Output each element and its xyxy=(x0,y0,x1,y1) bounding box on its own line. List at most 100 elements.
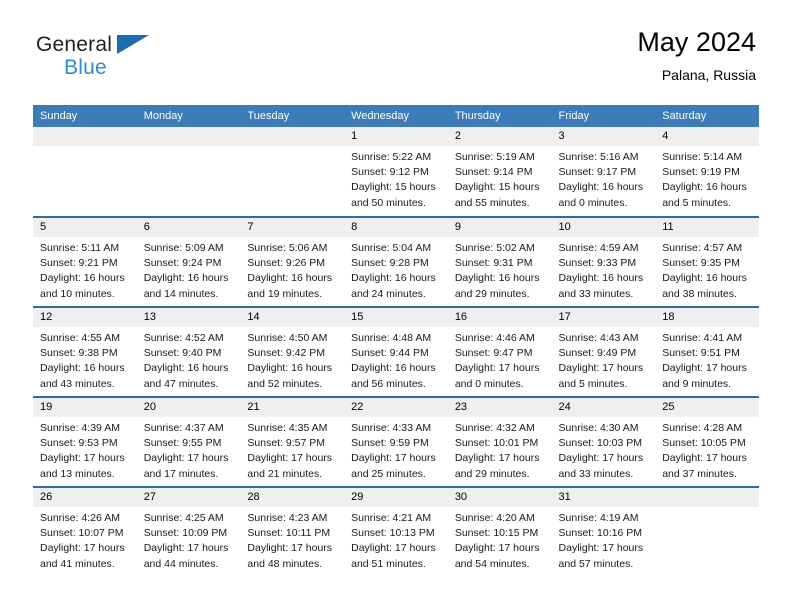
calendar-day-cell[interactable]: 27 Sunrise: 4:25 AM Sunset: 10:09 PM Daylig… xyxy=(136,486,241,577)
calendar-day-cell[interactable]: 7 Sunrise: 5:06 AM Sunset: 9:26 PM Daylight… xyxy=(240,216,345,307)
day-sun-info: Sunrise: 4:59 AM Sunset: 9:33 PM Daylight:… xyxy=(552,237,656,302)
day-cell-inner: 31 Sunrise: 4:19 AM Sunset: 10:16 PM Daylig… xyxy=(551,488,656,577)
daylight-text-line1: Daylight: 15 hours xyxy=(454,181,540,194)
calendar-day-cell[interactable]: 14 Sunrise: 4:50 AM Sunset: 9:42 PM Dayligh… xyxy=(240,306,345,397)
calendar-day-cell[interactable]: 8 Sunrise: 5:04 AM Sunset: 9:28 PM Daylight… xyxy=(344,216,448,307)
daylight-text-line1: Daylight: 16 hours xyxy=(40,272,125,285)
day-sun-info: Sunrise: 4:57 AM Sunset: 9:35 PM Daylight:… xyxy=(655,237,759,302)
calendar-day-cell[interactable]: 2 Sunrise: 5:19 AM Sunset: 9:14 PM Daylight… xyxy=(447,127,552,217)
day-cell-inner: 24 Sunrise: 4:30 AM Sunset: 10:03 PM Daylig… xyxy=(551,398,656,486)
daylight-text-line2: and 19 minutes. xyxy=(247,287,323,300)
daylight-text-line2: and 5 minutes. xyxy=(558,377,628,390)
sunset-text: Sunset: 9:14 PM xyxy=(454,166,533,179)
calendar-week-row: 19 Sunrise: 4:39 AM Sunset: 9:53 PM Dayligh… xyxy=(33,396,759,487)
calendar-day-cell[interactable]: 10 Sunrise: 4:59 AM Sunset: 9:33 PM Dayligh… xyxy=(551,216,656,307)
calendar-day-cell[interactable]: 22 Sunrise: 4:33 AM Sunset: 9:59 PM Dayligh… xyxy=(344,396,448,487)
daylight-text-line2: and 0 minutes. xyxy=(454,377,524,390)
daylight-text-line1: Daylight: 17 hours xyxy=(558,542,644,555)
day-cell-inner: 21 Sunrise: 4:35 AM Sunset: 9:57 PM Dayligh… xyxy=(240,398,345,486)
day-number: 26 xyxy=(33,488,137,507)
sunrise-text: Sunrise: 4:35 AM xyxy=(247,422,328,434)
day-cell-inner: 27 Sunrise: 4:25 AM Sunset: 10:09 PM Daylig… xyxy=(136,488,241,577)
calendar-day-cell[interactable]: 5 Sunrise: 5:11 AM Sunset: 9:21 PM Daylight… xyxy=(33,216,137,307)
day-sun-info: Sunrise: 4:23 AM Sunset: 10:11 PM Daylight… xyxy=(240,507,344,572)
calendar-day-cell[interactable]: 11 Sunrise: 4:57 AM Sunset: 9:35 PM Dayligh… xyxy=(655,216,759,307)
calendar-day-cell[interactable]: 12 Sunrise: 4:55 AM Sunset: 9:38 PM Dayligh… xyxy=(33,306,137,397)
calendar-day-cell[interactable]: 26 Sunrise: 4:26 AM Sunset: 10:07 PM Daylig… xyxy=(33,486,137,577)
day-number: 6 xyxy=(136,218,241,237)
logo-text-blue: Blue xyxy=(64,56,107,79)
day-number: 19 xyxy=(33,398,137,417)
daylight-text-line2: and 55 minutes. xyxy=(454,196,530,209)
calendar-day-cell[interactable]: 19 Sunrise: 4:39 AM Sunset: 9:53 PM Dayligh… xyxy=(33,396,137,487)
calendar-day-cell[interactable]: 23 Sunrise: 4:32 AM Sunset: 10:01 PM Daylig… xyxy=(447,396,552,487)
sunrise-text: Sunrise: 4:33 AM xyxy=(351,422,432,434)
day-number xyxy=(33,127,137,146)
calendar-day-cell[interactable]: 1 Sunrise: 5:22 AM Sunset: 9:12 PM Daylight… xyxy=(344,127,448,217)
calendar-day-cell[interactable]: 29 Sunrise: 4:21 AM Sunset: 10:13 PM Daylig… xyxy=(344,486,448,577)
weekday-header-monday: Monday xyxy=(136,105,241,127)
daylight-text-line2: and 14 minutes. xyxy=(143,287,219,300)
calendar-day-cell[interactable]: 6 Sunrise: 5:09 AM Sunset: 9:24 PM Daylight… xyxy=(136,216,241,307)
day-number xyxy=(136,127,241,146)
weekday-header-row: Sunday Monday Tuesday Wednesday Thursday… xyxy=(33,105,759,127)
day-cell-inner: 3 Sunrise: 5:16 AM Sunset: 9:17 PM Daylight… xyxy=(551,127,656,216)
day-sun-info: Sunrise: 5:04 AM Sunset: 9:28 PM Daylight:… xyxy=(344,237,448,302)
page-title: May 2024 xyxy=(637,27,756,57)
daylight-text-line1: Daylight: 16 hours xyxy=(143,362,229,375)
day-cell-inner xyxy=(33,127,137,216)
day-number: 7 xyxy=(240,218,345,237)
day-sun-info: Sunrise: 4:46 AM Sunset: 9:47 PM Daylight:… xyxy=(448,327,552,392)
sunset-text: Sunset: 9:44 PM xyxy=(351,347,429,360)
day-number: 25 xyxy=(655,398,759,417)
day-number: 13 xyxy=(136,308,241,327)
calendar-page: General Blue May 2024 Palana, Russia Sun… xyxy=(0,0,792,612)
day-cell-inner: 8 Sunrise: 5:04 AM Sunset: 9:28 PM Daylight… xyxy=(344,218,448,306)
sunrise-text: Sunrise: 4:50 AM xyxy=(247,332,328,344)
daylight-text-line1: Daylight: 17 hours xyxy=(662,452,747,465)
daylight-text-line2: and 38 minutes. xyxy=(662,287,737,300)
sunrise-text: Sunrise: 4:57 AM xyxy=(662,242,743,254)
calendar-day-cell[interactable]: 3 Sunrise: 5:16 AM Sunset: 9:17 PM Daylight… xyxy=(551,127,656,217)
sunset-text: Sunset: 9:24 PM xyxy=(143,257,222,270)
weekday-header-friday: Friday xyxy=(551,105,656,127)
calendar-day-cell[interactable]: 18 Sunrise: 4:41 AM Sunset: 9:51 PM Dayligh… xyxy=(655,306,759,397)
day-cell-inner: 22 Sunrise: 4:33 AM Sunset: 9:59 PM Dayligh… xyxy=(344,398,448,486)
daylight-text-line1: Daylight: 16 hours xyxy=(247,272,333,285)
calendar-day-cell[interactable]: 17 Sunrise: 4:43 AM Sunset: 9:49 PM Dayligh… xyxy=(551,306,656,397)
day-number: 30 xyxy=(447,488,552,507)
calendar-day-cell[interactable]: 24 Sunrise: 4:30 AM Sunset: 10:03 PM Daylig… xyxy=(551,396,656,487)
calendar-day-cell[interactable]: 16 Sunrise: 4:46 AM Sunset: 9:47 PM Dayligh… xyxy=(447,306,552,397)
sunset-text: Sunset: 10:07 PM xyxy=(40,527,124,540)
calendar-day-cell[interactable]: 20 Sunrise: 4:37 AM Sunset: 9:55 PM Dayligh… xyxy=(136,396,241,487)
calendar-week-row: 1 Sunrise: 5:22 AM Sunset: 9:12 PM Daylight… xyxy=(33,127,759,217)
sunrise-text: Sunrise: 5:02 AM xyxy=(454,242,535,254)
day-cell-inner: 2 Sunrise: 5:19 AM Sunset: 9:14 PM Daylight… xyxy=(447,127,552,216)
day-sun-info: Sunrise: 4:19 AM Sunset: 10:16 PM Daylight… xyxy=(552,507,656,572)
sunset-text: Sunset: 10:05 PM xyxy=(662,437,746,450)
calendar-day-cell[interactable]: 30 Sunrise: 4:20 AM Sunset: 10:15 PM Daylig… xyxy=(447,486,552,577)
day-number: 29 xyxy=(344,488,448,507)
day-number: 24 xyxy=(551,398,656,417)
calendar-day-cell[interactable]: 21 Sunrise: 4:35 AM Sunset: 9:57 PM Dayligh… xyxy=(240,396,345,487)
calendar-day-cell[interactable]: 31 Sunrise: 4:19 AM Sunset: 10:16 PM Daylig… xyxy=(551,486,656,577)
daylight-text-line2: and 51 minutes. xyxy=(351,557,426,570)
sunset-text: Sunset: 9:28 PM xyxy=(351,257,429,270)
sunset-text: Sunset: 10:15 PM xyxy=(454,527,539,540)
calendar-day-cell[interactable]: 13 Sunrise: 4:52 AM Sunset: 9:40 PM Dayligh… xyxy=(136,306,241,397)
day-number: 11 xyxy=(655,218,759,237)
day-number: 8 xyxy=(344,218,448,237)
day-cell-inner: 7 Sunrise: 5:06 AM Sunset: 9:26 PM Daylight… xyxy=(240,218,345,306)
calendar-day-cell[interactable]: 9 Sunrise: 5:02 AM Sunset: 9:31 PM Daylight… xyxy=(447,216,552,307)
calendar-day-cell[interactable]: 15 Sunrise: 4:48 AM Sunset: 9:44 PM Dayligh… xyxy=(344,306,448,397)
calendar-day-cell[interactable]: 4 Sunrise: 5:14 AM Sunset: 9:19 PM Daylight… xyxy=(655,127,759,217)
sunrise-text: Sunrise: 4:26 AM xyxy=(40,512,120,524)
day-number: 4 xyxy=(655,127,759,146)
calendar-day-cell[interactable]: 25 Sunrise: 4:28 AM Sunset: 10:05 PM Daylig… xyxy=(655,396,759,487)
calendar-day-cell[interactable]: 28 Sunrise: 4:23 AM Sunset: 10:11 PM Daylig… xyxy=(240,486,345,577)
title-block: May 2024 Palana, Russia xyxy=(637,27,756,82)
day-cell-inner: 15 Sunrise: 4:48 AM Sunset: 9:44 PM Dayligh… xyxy=(344,308,448,396)
day-sun-info: Sunrise: 5:11 AM Sunset: 9:21 PM Daylight:… xyxy=(33,237,137,302)
sunset-text: Sunset: 9:51 PM xyxy=(662,347,740,360)
sunset-text: Sunset: 9:17 PM xyxy=(558,166,637,179)
